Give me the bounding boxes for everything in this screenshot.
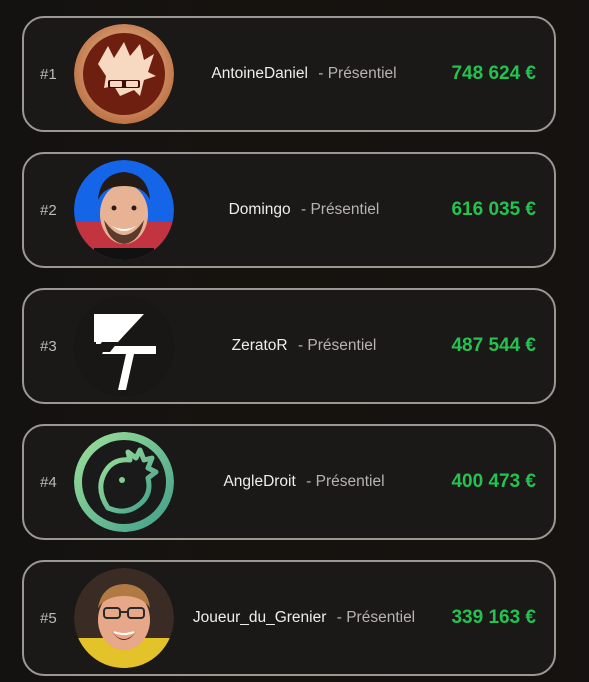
rank-label: #4 <box>40 473 57 491</box>
separator: - <box>318 65 324 82</box>
player-mode: Présentiel <box>327 65 397 82</box>
player-name: AntoineDaniel <box>211 65 308 82</box>
leaderboard-card[interactable]: #2 Domingo - Présentiel 616 035 € <box>22 152 556 268</box>
player-mode: Présentiel <box>315 473 385 490</box>
player-mode: Présentiel <box>307 337 377 354</box>
page-edge <box>581 0 589 682</box>
leaderboard-page: #1 AntoineDaniel - Présentiel 748 624 € … <box>0 0 589 682</box>
rank-label: #1 <box>40 65 57 83</box>
player-name: Domingo <box>228 201 291 218</box>
separator: - <box>300 201 307 218</box>
player-mode: Présentiel <box>310 201 380 218</box>
amount-value: 400 473 € <box>451 471 536 492</box>
amount-value: 748 624 € <box>451 63 536 84</box>
amount-value: 339 163 € <box>451 607 536 628</box>
player-mode: Présentiel <box>346 609 416 626</box>
leaderboard-card[interactable]: #3 ZeratoR - Présentiel 487 544 € <box>22 288 556 404</box>
domingo-avatar <box>74 160 174 260</box>
separator: - <box>336 609 342 626</box>
player-name: AngleDroit <box>223 473 296 490</box>
player-info: AngleDroit - Présentiel <box>174 473 434 491</box>
leaderboard-card[interactable]: #5 Joueur_du_Grenier - Présentiel 339 16… <box>22 560 556 676</box>
zerator-avatar <box>74 296 174 396</box>
avatar <box>74 160 174 260</box>
player-info: Joueur_du_Grenier - Présentiel <box>174 609 434 627</box>
amount-value: 487 544 € <box>451 335 536 356</box>
antoinedaniel-avatar <box>74 24 174 124</box>
player-info: AntoineDaniel - Présentiel <box>174 65 434 83</box>
avatar <box>74 24 174 124</box>
leaderboard-list: #1 AntoineDaniel - Présentiel 748 624 € … <box>22 16 556 682</box>
player-name: Joueur_du_Grenier <box>192 609 327 626</box>
rank-label: #5 <box>40 609 57 627</box>
player-info: Domingo - Présentiel <box>174 201 434 219</box>
angledroit-avatar <box>74 432 174 532</box>
player-info: ZeratoR - Présentiel <box>174 337 434 355</box>
separator: - <box>306 473 312 490</box>
rank-label: #3 <box>40 337 57 355</box>
avatar <box>74 296 174 396</box>
avatar <box>74 568 174 668</box>
player-name: ZeratoR <box>231 337 288 354</box>
rank-label: #2 <box>40 201 57 219</box>
leaderboard-card[interactable]: #1 AntoineDaniel - Présentiel 748 624 € <box>22 16 556 132</box>
joueur-du-grenier-avatar <box>74 568 174 668</box>
separator: - <box>297 337 304 354</box>
avatar <box>74 432 174 532</box>
amount-value: 616 035 € <box>451 199 536 220</box>
leaderboard-card[interactable]: #4 AngleDroit - Présentiel 400 473 € <box>22 424 556 540</box>
